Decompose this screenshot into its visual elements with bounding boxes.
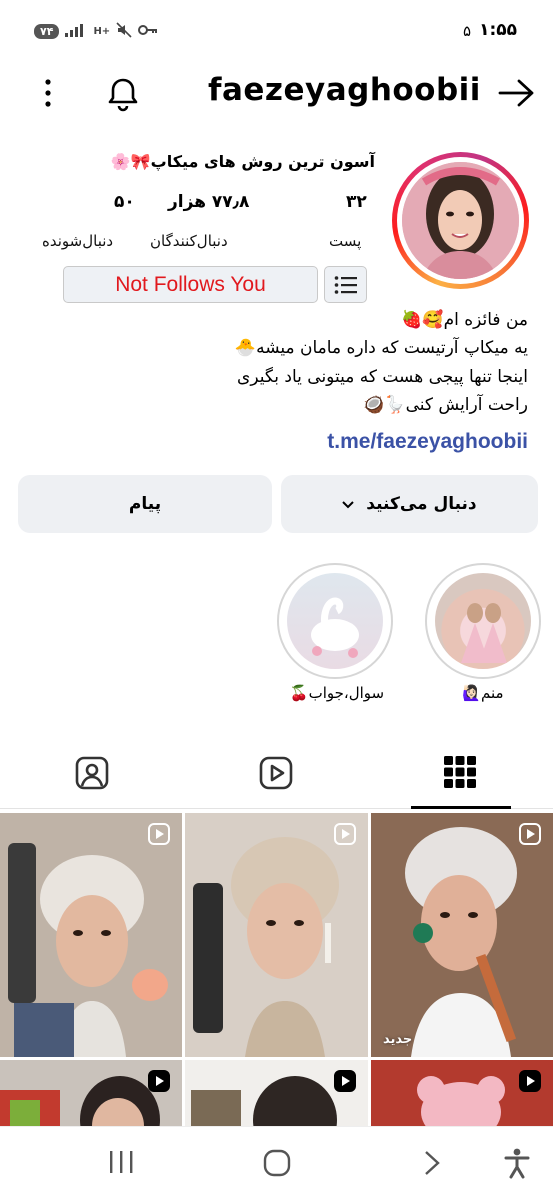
followers-count[interactable]: ۷۷٫۸ هزار — [168, 192, 249, 212]
reel-icon — [519, 823, 541, 845]
grid-post[interactable]: جدید — [371, 813, 553, 1057]
reel-icon — [334, 1070, 356, 1092]
accessibility-icon[interactable] — [503, 1147, 531, 1183]
avatar-photo — [402, 162, 519, 279]
home-icon[interactable] — [263, 1149, 291, 1181]
bio-line-4: راحت آرایش کنی🪿🥥 — [363, 395, 528, 415]
more-options-icon[interactable] — [38, 78, 58, 112]
bio-line-1: من فائزه ام🥰🍓 — [401, 310, 528, 330]
recent-apps-icon[interactable] — [108, 1149, 136, 1179]
reels-tab-icon[interactable] — [258, 755, 294, 795]
bio-link[interactable]: t.me/faezeyaghoobii — [327, 430, 528, 454]
notification-count: ۵ — [462, 22, 471, 40]
system-nav-bar — [0, 1126, 553, 1200]
new-badge: جدید — [383, 1032, 413, 1047]
highlight-qa[interactable] — [277, 563, 393, 679]
highlight-qa-label: سوال،جواب🍒 — [289, 684, 385, 702]
reel-icon — [334, 823, 356, 845]
bio-line-2: یه میکاپ آرتیست که داره مامان میشه🐣 — [234, 338, 528, 358]
battery-indicator: ۷۴ — [34, 24, 60, 39]
reel-icon — [148, 1070, 170, 1092]
avatar-frame — [397, 157, 524, 284]
grid-post[interactable] — [371, 1060, 553, 1126]
profile-display-name: آسون ترین روش های میکاپ🎀🌸 — [110, 152, 375, 171]
bell-icon[interactable] — [104, 76, 142, 116]
mute-icon — [116, 22, 132, 41]
following-button[interactable]: دنبال می‌کنید — [281, 475, 538, 533]
posts-label: پست — [329, 232, 362, 250]
reel-icon — [148, 823, 170, 845]
key-icon — [138, 24, 158, 39]
highlight-me-cover — [435, 573, 531, 669]
back-arrow-icon[interactable] — [497, 78, 535, 112]
grid-post[interactable] — [185, 813, 368, 1057]
following-label: دنبال‌شونده — [42, 232, 114, 250]
status-bar: ۷۴ H+ ۵ ۱:۵۵ — [0, 0, 553, 60]
reel-icon — [519, 1070, 541, 1092]
network-type: H+ — [93, 26, 111, 37]
message-button[interactable]: پیام — [18, 475, 272, 533]
bio-line-3: اینجا تنها پیجی هست که میتونی یاد بگیری — [237, 367, 528, 387]
grid-post[interactable] — [0, 1060, 182, 1126]
profile-avatar[interactable] — [392, 152, 529, 289]
following-count[interactable]: ۵۰ — [114, 192, 135, 212]
grid-post[interactable] — [185, 1060, 368, 1126]
signal-icon — [65, 23, 87, 40]
grid-post[interactable] — [0, 813, 182, 1057]
active-tab-indicator — [411, 806, 511, 809]
tagged-tab-icon[interactable] — [74, 755, 110, 795]
highlight-qa-cover — [287, 573, 383, 669]
follow-status-badge: Not Follows You — [63, 266, 318, 303]
list-button[interactable] — [324, 266, 367, 303]
highlight-me-label: منم🙋🏻‍♀️ — [462, 684, 504, 702]
followers-label: دنبال‌کنندگان — [150, 232, 228, 250]
status-left: ۷۴ H+ — [34, 22, 158, 41]
grid-tab-icon[interactable] — [444, 756, 476, 792]
chevron-down-icon — [342, 475, 355, 533]
highlight-me[interactable] — [425, 563, 541, 679]
posts-count[interactable]: ۳۲ — [346, 192, 367, 212]
list-icon — [334, 275, 358, 299]
back-icon[interactable] — [422, 1149, 442, 1181]
clock: ۱:۵۵ — [479, 20, 517, 40]
profile-username: faezeyaghoobii — [208, 72, 481, 108]
following-button-label: دنبال می‌کنید — [366, 494, 477, 514]
